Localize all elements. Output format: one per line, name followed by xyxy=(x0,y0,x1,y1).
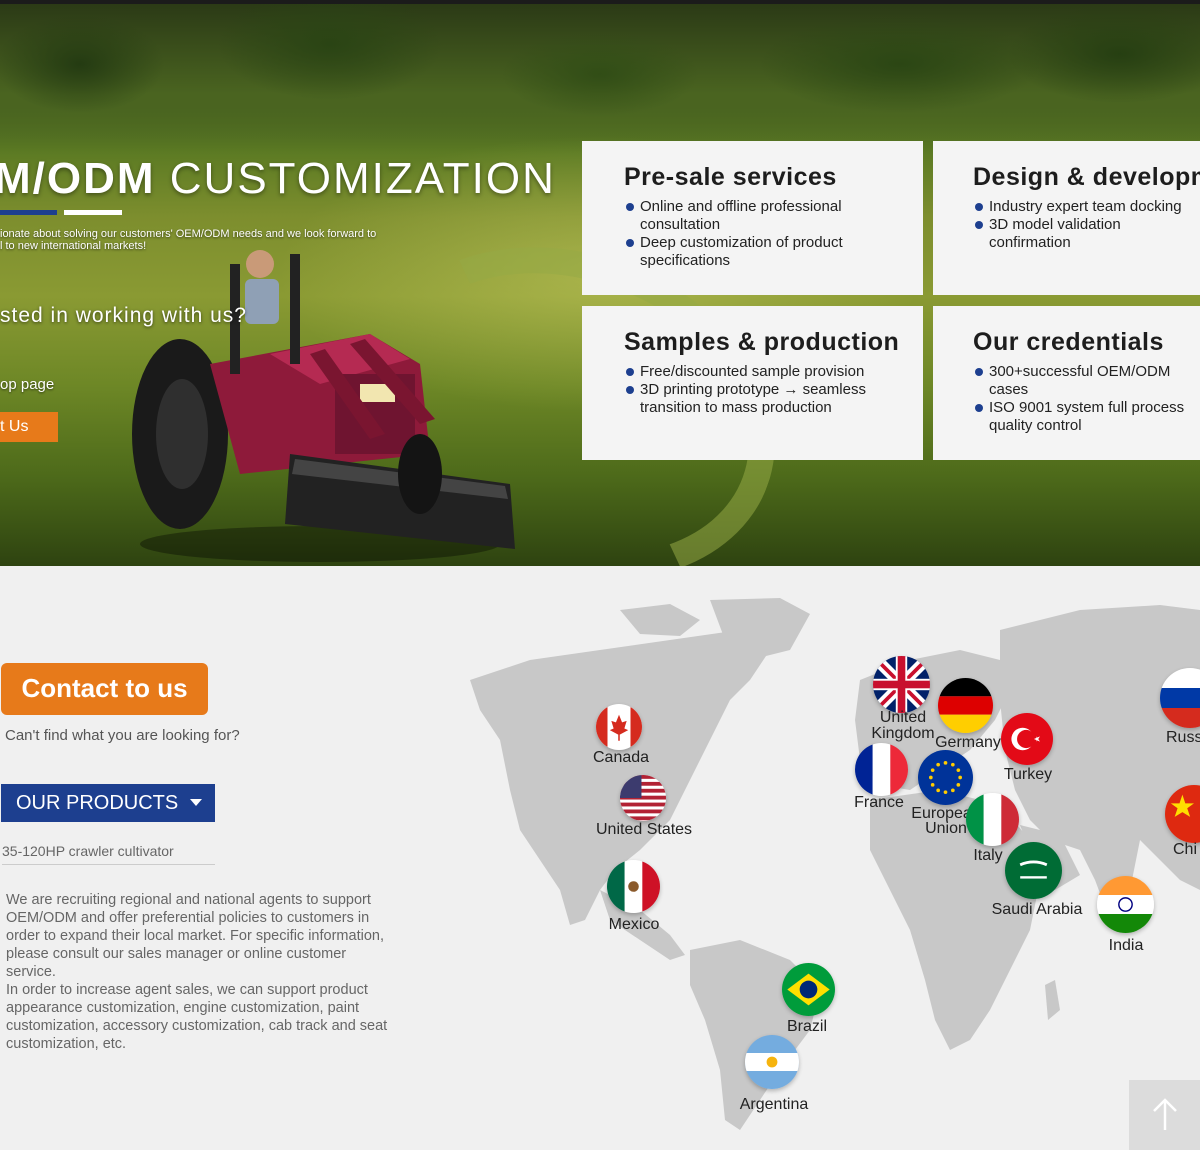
card-item: 300+successful OEM/ODM cases xyxy=(973,363,1183,399)
card-item: ISO 9001 system full process quality con… xyxy=(973,399,1198,435)
flag-label-brazil: Brazil xyxy=(786,1018,827,1035)
flag-label-usa: United States xyxy=(596,821,693,838)
card-samples: Samples & production Free/discounted sam… xyxy=(582,306,923,460)
title-underline-white xyxy=(64,210,122,215)
eu-flag-icon xyxy=(918,750,973,805)
hero-title-light: CUSTOMIZATION xyxy=(169,154,556,203)
hero-contact-button[interactable]: t Us xyxy=(0,412,58,442)
contact-subtitle: Can't find what you are looking for? xyxy=(5,727,240,744)
canada-flag-icon xyxy=(596,704,642,750)
usa-flag-icon xyxy=(620,775,666,821)
flag-label-france: France xyxy=(854,794,904,811)
card-item: Free/discounted sample provision xyxy=(624,363,923,381)
hero-title-bold: M/ODM xyxy=(0,154,156,203)
card-credentials: Our credentials 300+successful OEM/ODM c… xyxy=(933,306,1200,460)
turkey-flag-icon xyxy=(1001,713,1053,765)
flag-label-germany: Germany xyxy=(935,734,1001,751)
flag-label-argentina: Argentina xyxy=(739,1096,809,1113)
hero-link[interactable]: op page xyxy=(0,376,54,393)
hero-banner: M/ODM CUSTOMIZATION ionate about solving… xyxy=(0,0,1200,566)
argentina-flag-icon xyxy=(745,1035,799,1089)
world-map xyxy=(470,598,1200,1130)
flag-label-china: Chi xyxy=(1173,841,1198,858)
caret-down-icon xyxy=(190,799,202,806)
flag-label-canada: Canada xyxy=(593,749,650,766)
india-flag-icon xyxy=(1097,876,1154,933)
contact-us-button[interactable]: Contact to us xyxy=(1,663,208,715)
agent-description: We are recruiting regional and national … xyxy=(6,892,388,1052)
france-flag-icon xyxy=(855,743,908,796)
card-item: Online and offline professional consulta… xyxy=(624,198,923,234)
germany-flag-icon xyxy=(938,678,993,733)
card-title: Our credentials xyxy=(973,328,1164,356)
tractor-illustration xyxy=(132,250,515,562)
product-link[interactable]: 35-120HP crawler cultivator xyxy=(2,843,215,865)
saudi-arabia-flag-icon xyxy=(1005,842,1062,899)
card-item: Deep customization of product specificat… xyxy=(624,234,923,270)
flag-label-italy: Italy xyxy=(973,847,1003,864)
card-title: Design & developm xyxy=(973,163,1200,191)
our-products-label: OUR PRODUCTS xyxy=(16,792,179,814)
title-underline-blue xyxy=(0,210,57,215)
hero-question: sted in working with us? xyxy=(0,304,247,327)
flag-label-mexico: Mexico xyxy=(608,916,660,933)
card-pre-sale: Pre-sale services Online and offline pro… xyxy=(582,141,923,295)
card-design: Design & developm Industry expert team d… xyxy=(933,141,1200,295)
flag-label-india: India xyxy=(1108,937,1144,954)
mexico-flag-icon xyxy=(607,860,660,913)
hero-title: M/ODM CUSTOMIZATION xyxy=(0,154,556,204)
italy-flag-icon xyxy=(966,793,1019,846)
card-title: Pre-sale services xyxy=(624,163,837,191)
card-item: 3D model validation confirmation xyxy=(973,216,1173,252)
uk-flag-icon xyxy=(873,656,930,713)
our-products-dropdown[interactable]: OUR PRODUCTS xyxy=(1,784,215,822)
flag-label-turkey: Turkey xyxy=(1003,766,1053,783)
flag-label-saudi-arabia: Saudi Arabia xyxy=(991,901,1083,918)
card-title: Samples & production xyxy=(624,328,900,356)
flag-label-russia: Russ xyxy=(1166,729,1200,746)
brazil-flag-icon xyxy=(782,963,835,1016)
hero-description: ionate about solving our customers' OEM/… xyxy=(0,228,377,252)
back-to-top-button[interactable] xyxy=(1129,1080,1200,1150)
arrow-up-icon xyxy=(1153,1098,1177,1130)
card-item: 3D printing prototype → seamless transit… xyxy=(624,381,894,417)
flag-label-uk: United Kingdom xyxy=(871,709,935,742)
card-item: Industry expert team docking xyxy=(973,198,1200,216)
